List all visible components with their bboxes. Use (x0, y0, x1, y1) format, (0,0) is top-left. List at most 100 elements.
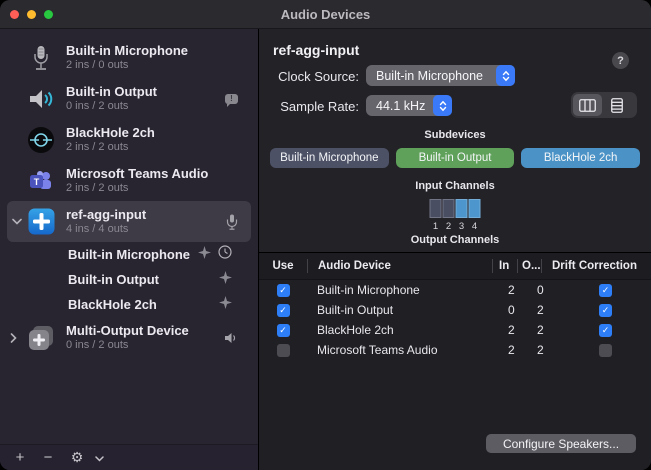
svg-text:T: T (34, 177, 40, 187)
sample-rate-popup[interactable]: 44.1 kHz (366, 95, 451, 116)
device-title: BlackHole 2ch (66, 125, 258, 140)
device-subtitle: 0 ins / 2 outs (66, 100, 225, 113)
header-use[interactable]: Use (259, 259, 307, 273)
table-row[interactable]: Microsoft Teams Audio 2 2 (259, 340, 651, 360)
activity-spark-icon (219, 296, 232, 314)
header-drift-correction[interactable]: Drift Correction (541, 259, 651, 273)
use-checkbox[interactable] (277, 304, 290, 317)
device-subtitle: 4 ins / 4 outs (66, 223, 226, 236)
row-device: BlackHole 2ch (307, 323, 502, 337)
channel-block-1 (430, 199, 442, 218)
drift-correction-checkbox[interactable] (599, 324, 612, 337)
blackhole-icon (26, 125, 56, 155)
panel-title: ref-agg-input (273, 42, 359, 58)
clock-source-popup[interactable]: Built-in Microphone (366, 65, 515, 86)
sidebar-item-microsoft-teams-audio[interactable]: T Microsoft Teams Audio 2 ins / 2 outs (0, 160, 258, 201)
clock-source-icon (218, 245, 232, 264)
multi-output-device-icon (26, 323, 56, 353)
gear-menu-button[interactable]: ⚙ (68, 450, 86, 465)
stepper-chevrons-icon (433, 95, 452, 116)
stepper-chevrons-icon (496, 65, 515, 86)
row-out: 0 (533, 283, 561, 297)
device-sidebar: Built-in Microphone 2 ins / 0 outs Built… (0, 29, 259, 470)
device-subtitle: 2 ins / 2 outs (66, 141, 258, 154)
row-device: Built-in Output (307, 303, 502, 317)
close-button[interactable] (10, 10, 19, 19)
sidebar-item-ref-agg-input[interactable]: ref-agg-input 4 ins / 4 outs (7, 201, 251, 242)
device-subtitle: 0 ins / 2 outs (66, 339, 224, 352)
row-in: 2 (502, 323, 533, 337)
subdevice-item-blackhole-2ch[interactable]: BlackHole 2ch (0, 292, 258, 317)
help-button[interactable]: ? (612, 52, 629, 69)
subdevice-pill-built-in-microphone[interactable]: Built-in Microphone (270, 148, 389, 168)
subdevice-item-built-in-output[interactable]: Built-in Output (0, 267, 258, 292)
device-list: Built-in Microphone 2 ins / 0 outs Built… (0, 29, 258, 444)
table-row[interactable]: Built-in Microphone 2 0 (259, 280, 651, 300)
microphone-icon (26, 43, 56, 73)
titlebar[interactable]: Audio Devices (0, 0, 651, 29)
rows-view-button[interactable] (602, 94, 631, 116)
use-checkbox[interactable] (277, 344, 290, 357)
channel-block-4 (469, 199, 481, 218)
row-out: 2 (533, 343, 561, 357)
use-checkbox[interactable] (277, 284, 290, 297)
chevron-down-icon[interactable] (7, 218, 26, 225)
subdevice-pills: Built-in Microphone Built-in Output Blac… (270, 148, 640, 168)
sidebar-item-multi-output-device[interactable]: Multi-Output Device 0 ins / 2 outs (0, 317, 258, 358)
row-in: 2 (502, 283, 533, 297)
table-row[interactable]: BlackHole 2ch 2 2 (259, 320, 651, 340)
audio-devices-window: Audio Devices Built-in Microphone 2 ins … (0, 0, 651, 470)
chevron-right-icon[interactable] (0, 333, 26, 343)
microphone-badge-icon (226, 214, 238, 230)
sidebar-item-built-in-microphone[interactable]: Built-in Microphone 2 ins / 0 outs (0, 37, 258, 78)
channel-block-3 (456, 199, 468, 218)
channel-block-2 (443, 199, 455, 218)
table-row[interactable]: Built-in Output 0 2 (259, 300, 651, 320)
sidebar-toolbar: + − ⚙ (0, 444, 258, 470)
subdevice-pill-built-in-output[interactable]: Built-in Output (396, 148, 515, 168)
device-detail-panel: ref-agg-input ? Clock Source: Built-in M… (259, 29, 651, 470)
table-header: Use Audio Device In O... Drift Correctio… (259, 253, 651, 280)
device-title: Microsoft Teams Audio (66, 166, 258, 181)
device-subtitle: 2 ins / 0 outs (66, 59, 258, 72)
device-title: Multi-Output Device (66, 323, 224, 338)
remove-device-button[interactable]: − (40, 450, 56, 465)
columns-view-button[interactable] (573, 94, 602, 116)
subdevice-pill-blackhole-2ch[interactable]: BlackHole 2ch (521, 148, 640, 168)
device-title: Built-in Output (66, 84, 225, 99)
sidebar-item-built-in-output[interactable]: Built-in Output 0 ins / 2 outs ! (0, 78, 258, 119)
clock-source-label: Clock Source: (259, 69, 359, 84)
row-out: 2 (533, 323, 561, 337)
columns-icon (579, 99, 596, 112)
add-device-button[interactable]: + (12, 450, 28, 465)
use-checkbox[interactable] (277, 324, 290, 337)
aggregate-device-icon (26, 207, 56, 237)
sample-rate-label: Sample Rate: (259, 99, 359, 114)
header-audio-device[interactable]: Audio Device (307, 259, 492, 273)
row-device: Built-in Microphone (307, 283, 502, 297)
drift-correction-checkbox[interactable] (599, 284, 612, 297)
configure-speakers-button[interactable]: Configure Speakers... (486, 434, 636, 453)
zoom-button[interactable] (44, 10, 53, 19)
input-channel-labels: 1 2 3 4 (430, 221, 481, 232)
subdevice-item-built-in-microphone[interactable]: Built-in Microphone (0, 242, 258, 267)
speaker-icon (26, 84, 56, 114)
header-in[interactable]: In (492, 259, 517, 273)
drift-correction-checkbox[interactable] (599, 304, 612, 317)
activity-spark-icon (219, 271, 232, 289)
rows-icon (611, 98, 623, 113)
row-in: 2 (502, 343, 533, 357)
gear-menu-chevron-icon[interactable] (92, 450, 106, 465)
teams-icon: T (26, 166, 56, 196)
sidebar-item-blackhole-2ch[interactable]: BlackHole 2ch 2 ins / 2 outs (0, 119, 258, 160)
minimize-button[interactable] (27, 10, 36, 19)
row-out: 2 (533, 303, 561, 317)
alert-bubble-icon: ! (225, 94, 238, 104)
drift-correction-checkbox[interactable] (599, 344, 612, 357)
output-channels-title: Output Channels (259, 234, 651, 246)
window-title: Audio Devices (0, 7, 651, 22)
row-device: Microsoft Teams Audio (307, 343, 502, 357)
header-out[interactable]: O... (517, 259, 541, 273)
input-channels-title: Input Channels (259, 180, 651, 192)
device-title: Built-in Microphone (66, 43, 258, 58)
